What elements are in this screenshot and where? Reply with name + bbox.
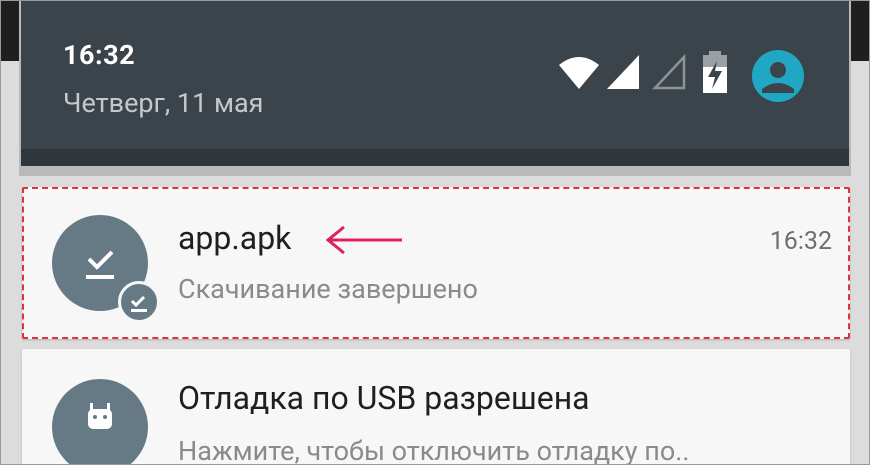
user-icon[interactable] — [751, 49, 805, 103]
signal-full-icon — [607, 55, 639, 89]
notification-title: Отладка по USB разрешена — [178, 379, 590, 417]
battery-charging-icon — [703, 51, 727, 93]
notification-title: app.apk — [178, 219, 292, 257]
shade-edge-left — [1, 1, 21, 61]
notification-shade: 16:32 Четверг, 11 мая app.apk 16:32 Скач… — [0, 0, 870, 465]
date-label: Четверг, 11 мая — [63, 87, 264, 119]
android-icon — [52, 379, 148, 464]
signal-empty-icon — [652, 53, 686, 90]
clock: 16:32 — [63, 39, 136, 71]
quick-settings-divider — [21, 149, 849, 166]
notification-subtitle: Скачивание завершено — [178, 273, 478, 305]
wifi-icon — [559, 57, 599, 89]
notification-time: 16:32 — [769, 227, 832, 256]
shade-edge-right — [849, 1, 869, 61]
download-badge-icon — [118, 281, 160, 323]
arrow-left-icon — [325, 225, 402, 255]
notification-card-download[interactable]: app.apk 16:32 Скачивание завершено — [22, 187, 850, 339]
notification-card-usb-debug[interactable]: Отладка по USB разрешена Нажмите, чтобы … — [22, 349, 850, 465]
notification-subtitle: Нажмите, чтобы отключить отладку по.. — [178, 435, 690, 465]
